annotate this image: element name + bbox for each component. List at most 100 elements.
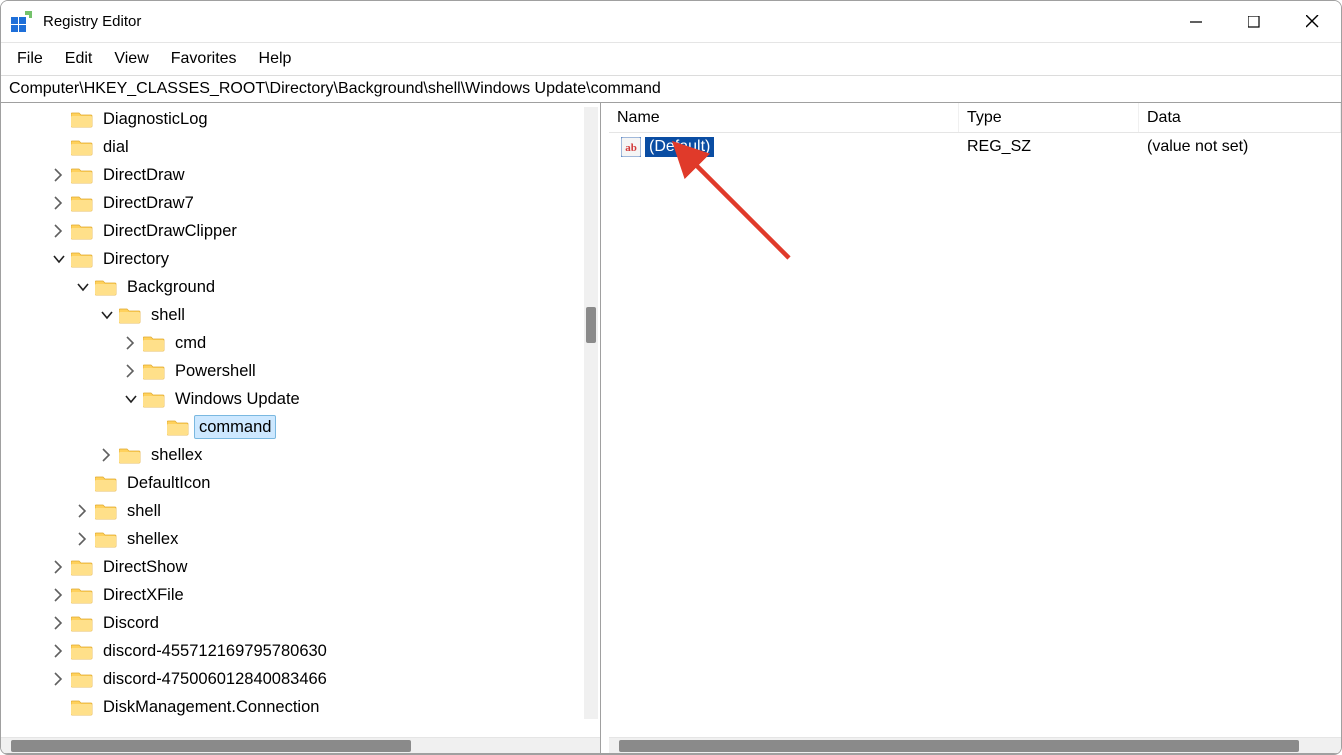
value-name-cell[interactable]: (Default) bbox=[609, 133, 959, 161]
chevron-right-icon[interactable] bbox=[75, 531, 91, 547]
value-type-cell: REG_SZ bbox=[959, 133, 1139, 161]
tree-node[interactable]: Windows Update bbox=[27, 385, 600, 413]
folder-icon bbox=[167, 418, 189, 436]
tree-node-label[interactable]: DefaultIcon bbox=[123, 472, 214, 494]
registry-editor-window: Registry Editor File Edit View Favorites… bbox=[0, 0, 1342, 755]
tree-vertical-scrollbar[interactable] bbox=[584, 107, 598, 719]
folder-icon bbox=[71, 166, 93, 184]
menu-favorites[interactable]: Favorites bbox=[161, 46, 247, 72]
menu-view[interactable]: View bbox=[104, 46, 158, 72]
scrollbar-thumb[interactable] bbox=[11, 740, 411, 752]
chevron-right-icon[interactable] bbox=[51, 223, 67, 239]
chevron-right-icon[interactable] bbox=[99, 447, 115, 463]
close-button[interactable] bbox=[1283, 1, 1341, 42]
tree-node-label[interactable]: DiagnosticLog bbox=[99, 108, 212, 130]
tree-node-label[interactable]: DirectShow bbox=[99, 556, 191, 578]
scrollbar-thumb[interactable] bbox=[586, 307, 596, 343]
chevron-right-icon[interactable] bbox=[75, 503, 91, 519]
registry-tree[interactable]: DiagnosticLog dial DirectDraw DirectDraw7 Di… bbox=[1, 103, 600, 721]
tree-node[interactable]: DirectDraw bbox=[27, 161, 600, 189]
values-header[interactable]: Name Type Data bbox=[609, 103, 1341, 133]
chevron-down-icon[interactable] bbox=[51, 251, 67, 267]
tree-node-label[interactable]: shell bbox=[123, 500, 165, 522]
tree-node[interactable]: DefaultIcon bbox=[27, 469, 600, 497]
chevron-right-icon[interactable] bbox=[51, 643, 67, 659]
chevron-right-icon[interactable] bbox=[51, 167, 67, 183]
address-bar[interactable]: Computer\HKEY_CLASSES_ROOT\Directory\Bac… bbox=[1, 75, 1341, 103]
values-pane: Name Type Data (Default)REG_SZ(value not… bbox=[609, 103, 1341, 753]
chevron-right-icon[interactable] bbox=[123, 363, 139, 379]
tree-node-label[interactable]: Windows Update bbox=[171, 388, 304, 410]
folder-icon bbox=[71, 110, 93, 128]
tree-node-label[interactable]: Directory bbox=[99, 248, 173, 270]
tree-pane: DiagnosticLog dial DirectDraw DirectDraw7 Di… bbox=[1, 103, 601, 753]
folder-icon bbox=[71, 194, 93, 212]
chevron-right-icon[interactable] bbox=[51, 587, 67, 603]
tree-node[interactable]: DirectXFile bbox=[27, 581, 600, 609]
menubar: File Edit View Favorites Help bbox=[1, 43, 1341, 75]
tree-node[interactable]: cmd bbox=[27, 329, 600, 357]
tree-node[interactable]: discord-475006012840083466 bbox=[27, 665, 600, 693]
tree-node[interactable]: discord-455712169795780630 bbox=[27, 637, 600, 665]
values-horizontal-scrollbar[interactable] bbox=[609, 737, 1341, 753]
value-name[interactable]: (Default) bbox=[645, 137, 714, 157]
tree-node[interactable]: shellex bbox=[27, 525, 600, 553]
scrollbar-thumb[interactable] bbox=[619, 740, 1299, 752]
tree-node[interactable]: DiskManagement.Connection bbox=[27, 693, 600, 721]
tree-node[interactable]: Powershell bbox=[27, 357, 600, 385]
tree-node[interactable]: shell bbox=[27, 301, 600, 329]
values-list[interactable]: (Default)REG_SZ(value not set) bbox=[609, 133, 1341, 737]
column-header-data[interactable]: Data bbox=[1139, 103, 1341, 132]
chevron-right-icon[interactable] bbox=[123, 335, 139, 351]
tree-node-label[interactable]: DirectDraw7 bbox=[99, 192, 198, 214]
value-row[interactable]: (Default)REG_SZ(value not set) bbox=[609, 133, 1341, 161]
tree-node-label[interactable]: dial bbox=[99, 136, 133, 158]
string-value-icon bbox=[621, 137, 641, 157]
tree-node[interactable]: DirectDraw7 bbox=[27, 189, 600, 217]
tree-node-label[interactable]: DirectXFile bbox=[99, 584, 188, 606]
tree-node-label[interactable]: shellex bbox=[123, 528, 182, 550]
tree-node[interactable]: Background bbox=[27, 273, 600, 301]
minimize-button[interactable] bbox=[1167, 1, 1225, 42]
tree-node-label[interactable]: Discord bbox=[99, 612, 163, 634]
chevron-right-icon[interactable] bbox=[51, 195, 67, 211]
tree-node-label[interactable]: shellex bbox=[147, 444, 206, 466]
chevron-down-icon[interactable] bbox=[99, 307, 115, 323]
folder-icon bbox=[119, 446, 141, 464]
chevron-right-icon[interactable] bbox=[51, 615, 67, 631]
titlebar[interactable]: Registry Editor bbox=[1, 1, 1341, 43]
app-icon bbox=[11, 11, 33, 33]
column-header-name[interactable]: Name bbox=[609, 103, 959, 132]
tree-node-label[interactable]: DirectDrawClipper bbox=[99, 220, 241, 242]
tree-node[interactable]: DirectShow bbox=[27, 553, 600, 581]
tree-node-label[interactable]: Background bbox=[123, 276, 219, 298]
column-header-type[interactable]: Type bbox=[959, 103, 1139, 132]
tree-node[interactable]: DiagnosticLog bbox=[27, 105, 600, 133]
tree-node-label[interactable]: shell bbox=[147, 304, 189, 326]
tree-node[interactable]: command bbox=[27, 413, 600, 441]
chevron-right-icon[interactable] bbox=[51, 671, 67, 687]
menu-help[interactable]: Help bbox=[249, 46, 302, 72]
menu-edit[interactable]: Edit bbox=[55, 46, 103, 72]
menu-file[interactable]: File bbox=[7, 46, 53, 72]
tree-node[interactable]: shell bbox=[27, 497, 600, 525]
tree-node[interactable]: shellex bbox=[27, 441, 600, 469]
folder-icon bbox=[71, 614, 93, 632]
tree-horizontal-scrollbar[interactable] bbox=[1, 737, 600, 753]
tree-node-label[interactable]: DirectDraw bbox=[99, 164, 189, 186]
pane-splitter[interactable] bbox=[602, 103, 608, 753]
maximize-button[interactable] bbox=[1225, 1, 1283, 42]
tree-node-label[interactable]: discord-455712169795780630 bbox=[99, 640, 331, 662]
tree-node[interactable]: Discord bbox=[27, 609, 600, 637]
tree-node[interactable]: dial bbox=[27, 133, 600, 161]
tree-node-label[interactable]: DiskManagement.Connection bbox=[99, 696, 323, 718]
tree-node-label[interactable]: cmd bbox=[171, 332, 210, 354]
chevron-down-icon[interactable] bbox=[75, 279, 91, 295]
tree-node-label[interactable]: discord-475006012840083466 bbox=[99, 668, 331, 690]
chevron-down-icon[interactable] bbox=[123, 391, 139, 407]
tree-node[interactable]: DirectDrawClipper bbox=[27, 217, 600, 245]
tree-node-label[interactable]: command bbox=[195, 416, 275, 438]
tree-node-label[interactable]: Powershell bbox=[171, 360, 260, 382]
chevron-right-icon[interactable] bbox=[51, 559, 67, 575]
tree-node[interactable]: Directory bbox=[27, 245, 600, 273]
